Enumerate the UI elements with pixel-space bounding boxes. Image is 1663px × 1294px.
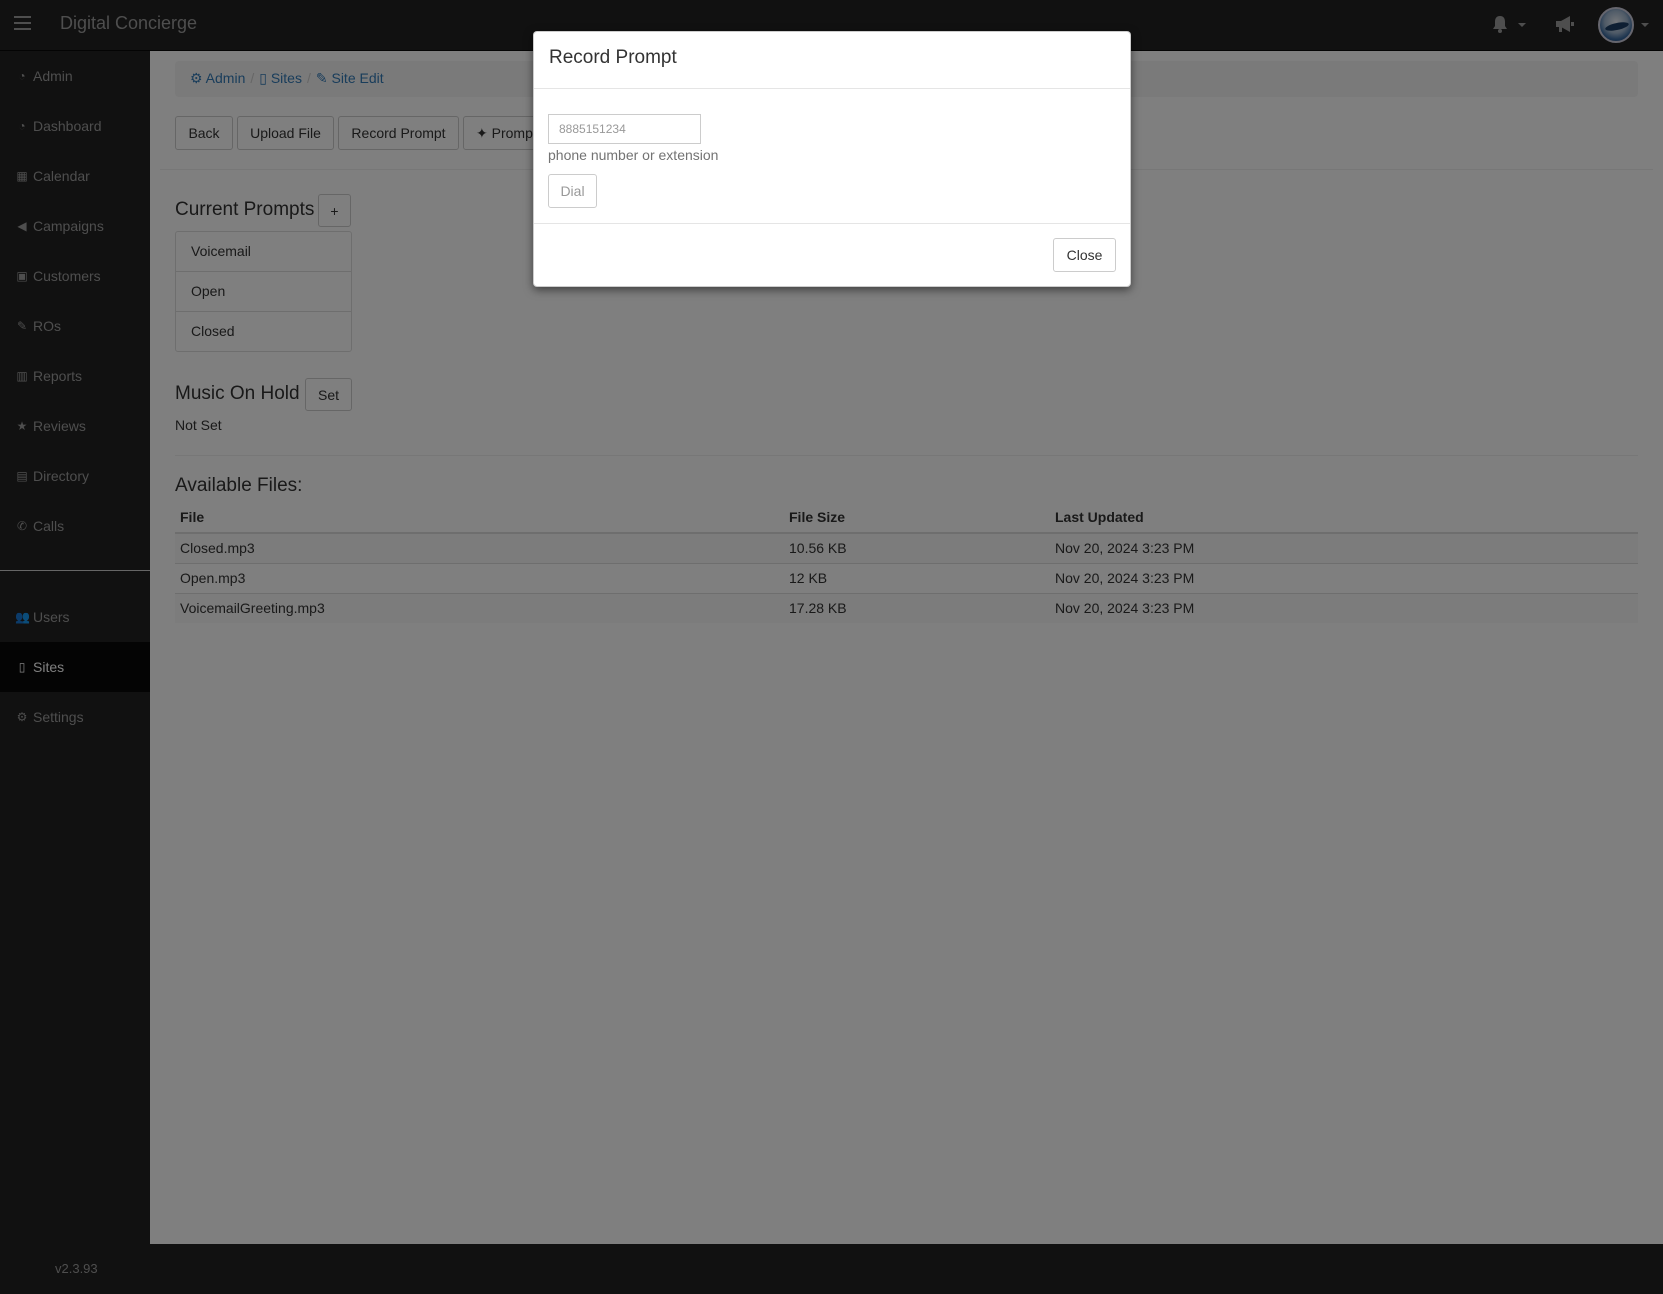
phone-number-input[interactable] (548, 114, 701, 144)
modal-body: phone number or extension Dial (534, 89, 1130, 224)
phone-help-text: phone number or extension (548, 147, 719, 163)
dial-button[interactable]: Dial (548, 174, 597, 208)
modal-title: Record Prompt (549, 47, 677, 68)
modal-header: Record Prompt (534, 32, 1130, 89)
record-prompt-dialog: Record Prompt phone number or extension … (533, 31, 1131, 287)
close-button[interactable]: Close (1053, 238, 1116, 272)
